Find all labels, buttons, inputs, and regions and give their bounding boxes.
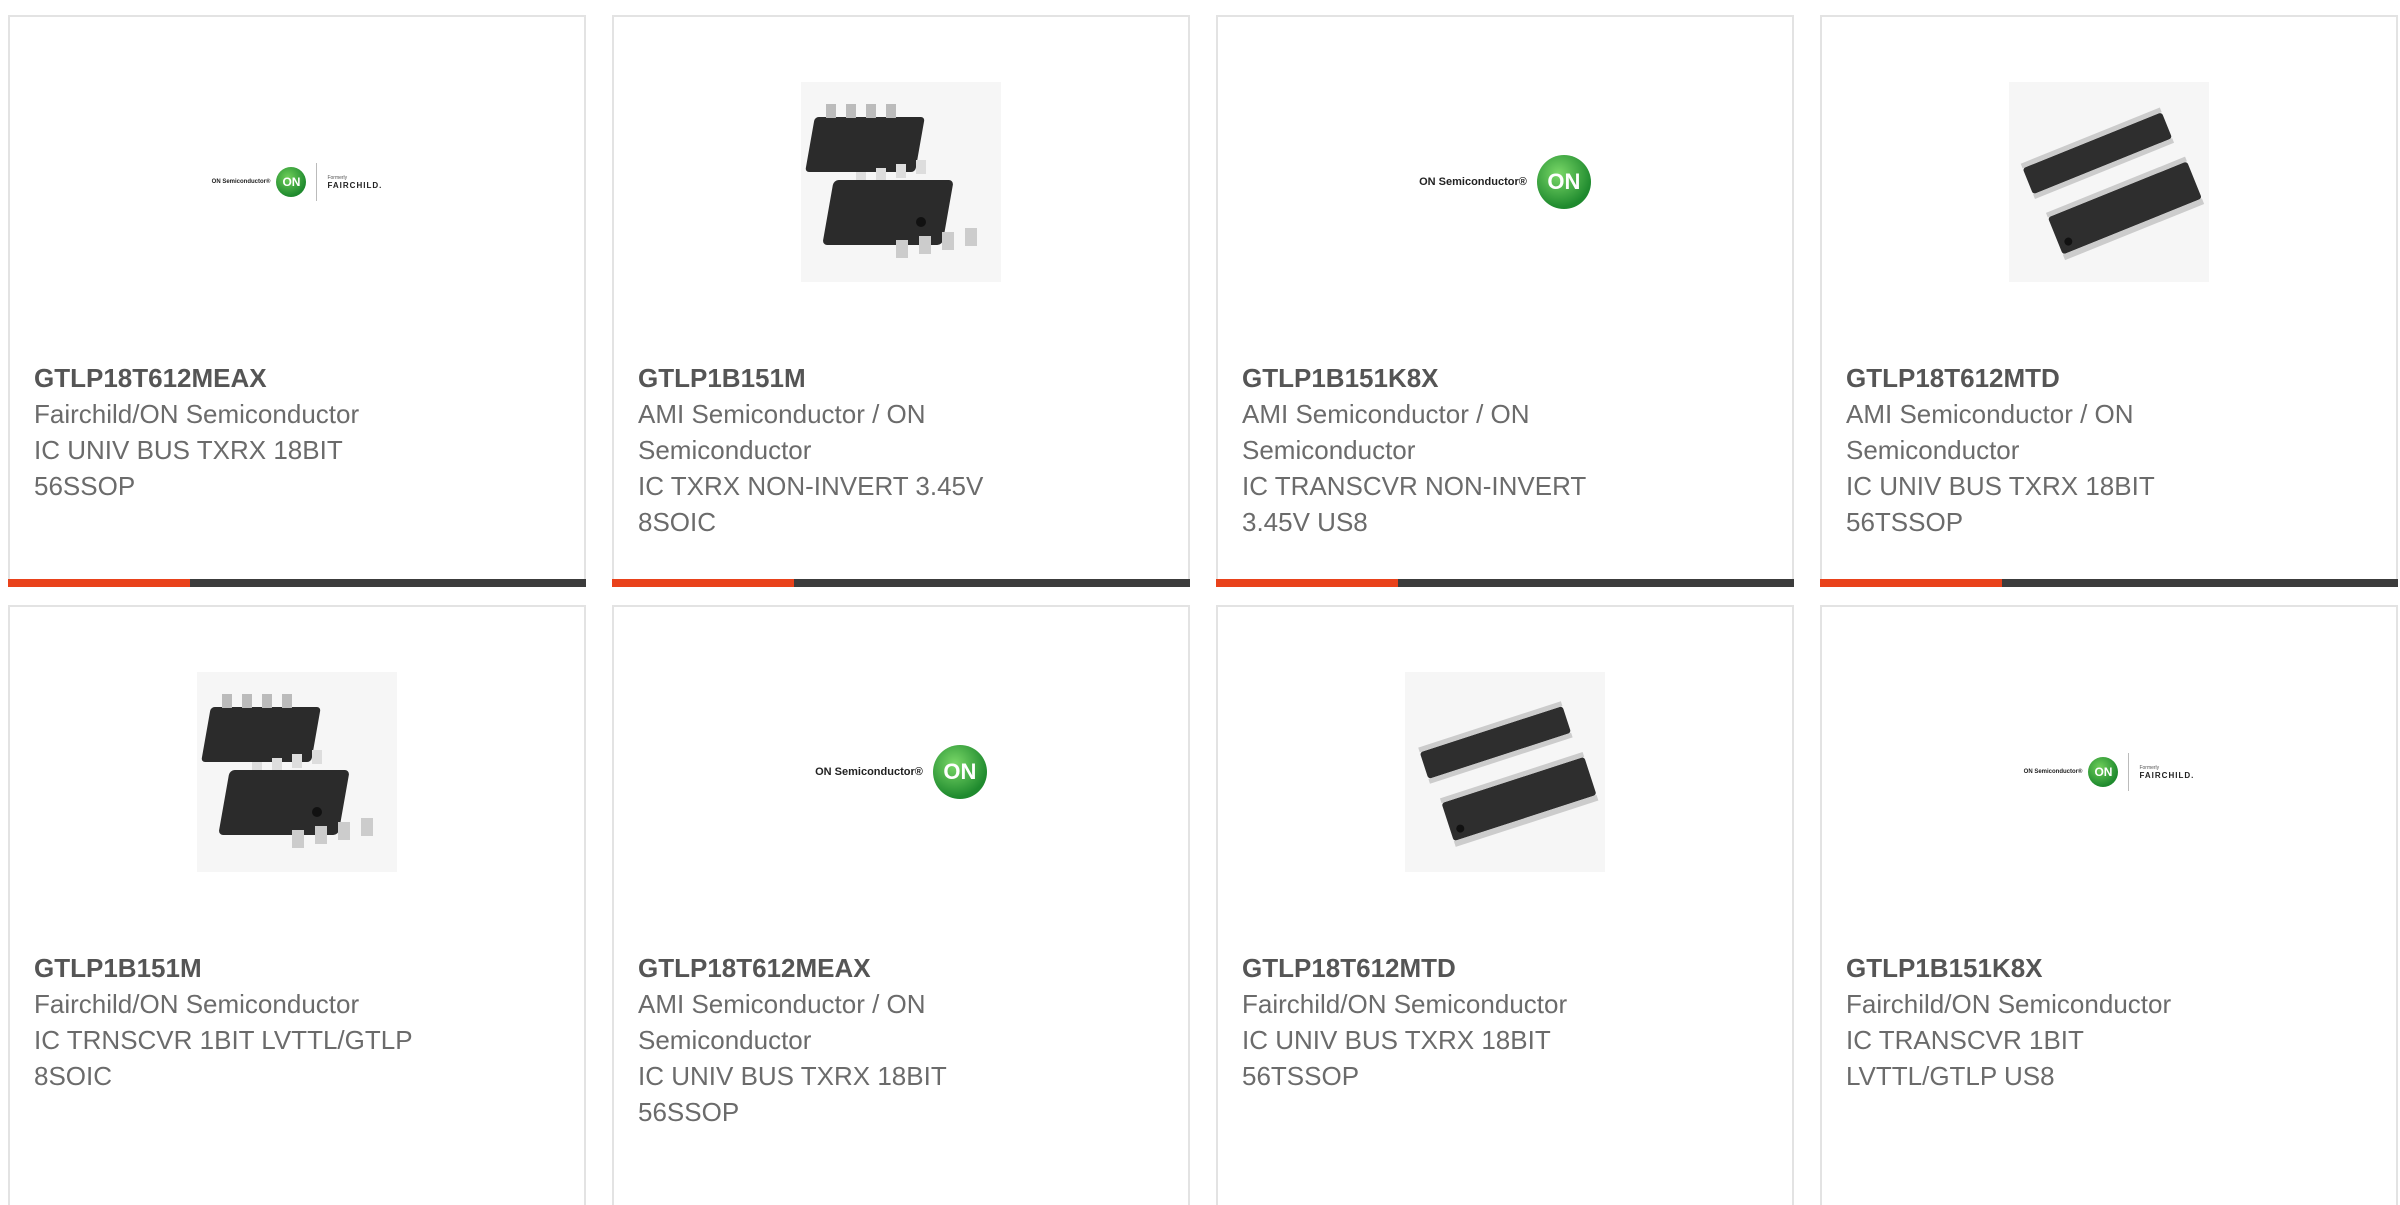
product-card[interactable]: GTLP18T612MTD AMI Semiconductor / ON Sem… [1820, 15, 2398, 587]
package: 56SSOP [638, 1097, 740, 1127]
logo-text: ON Semiconductor® [815, 766, 923, 778]
product-info: GTLP1B151M AMI Semiconductor / ON Semico… [638, 360, 1164, 540]
accent-segment [1216, 579, 1398, 587]
accent-segment [8, 579, 190, 587]
part-number[interactable]: GTLP18T612MEAX [34, 360, 560, 396]
product-card[interactable]: ON Semiconductor® ON GTLP18T612MEAX AMI … [612, 605, 1190, 1205]
product-info: GTLP18T612MTD AMI Semiconductor / ON Sem… [1846, 360, 2372, 540]
on-badge: ON [2088, 757, 2119, 787]
product-card[interactable]: GTLP1B151M AMI Semiconductor / ON Semico… [612, 15, 1190, 587]
accent-segment [612, 579, 794, 587]
product-image[interactable]: ON Semiconductor® ON [614, 607, 1188, 937]
product-image[interactable] [1822, 17, 2396, 347]
part-number[interactable]: GTLP1B151M [638, 360, 1164, 396]
product-card[interactable]: ON Semiconductor® ON Formerly FAIRCHILD.… [1820, 605, 2398, 1205]
description: IC TRANSCVR NON-INVERT [1242, 471, 1587, 501]
description: IC UNIV BUS TXRX 18BIT [638, 1061, 947, 1091]
description: IC TRANSCVR 1BIT [1846, 1025, 2084, 1055]
product-image[interactable] [614, 17, 1188, 347]
package: 56TSSOP [1846, 507, 1964, 537]
package: 3.45V US8 [1242, 507, 1368, 537]
package: LVTTL/GTLP US8 [1846, 1061, 2055, 1091]
manufacturer: AMI Semiconductor / ON Semiconductor [1242, 399, 1530, 465]
package: 8SOIC [638, 507, 717, 537]
package: 56SSOP [34, 471, 136, 501]
product-image[interactable]: ON Semiconductor® ON Formerly FAIRCHILD. [1822, 607, 2396, 937]
on-fairchild-logo: ON Semiconductor® ON Formerly FAIRCHILD. [2024, 753, 2195, 791]
description: IC UNIV BUS TXRX 18BIT [1242, 1025, 1551, 1055]
manufacturer: Fairchild/ON Semiconductor [34, 399, 360, 429]
product-info: GTLP1B151K8X Fairchild/ON Semiconductor … [1846, 950, 2372, 1094]
manufacturer: AMI Semiconductor / ON Semiconductor [638, 399, 926, 465]
fairchild-mark: Formerly FAIRCHILD. [2139, 765, 2194, 780]
description: IC TRNSCVR 1BIT LVTTL/GTLP [34, 1025, 413, 1055]
product-card[interactable]: ON Semiconductor® ON Formerly FAIRCHILD.… [8, 15, 586, 587]
tssop-chip-icon [1405, 672, 1605, 872]
package: 56TSSOP [1242, 1061, 1360, 1091]
part-number[interactable]: GTLP1B151M [34, 950, 560, 986]
description: IC UNIV BUS TXRX 18BIT [1846, 471, 2155, 501]
fairchild-text: FAIRCHILD. [327, 180, 383, 190]
logo-text: ON Semiconductor® [2023, 769, 2083, 775]
fairchild-text: FAIRCHILD. [2139, 770, 2195, 780]
part-number[interactable]: GTLP18T612MTD [1846, 360, 2372, 396]
on-fairchild-logo: ON Semiconductor® ON Formerly FAIRCHILD. [212, 163, 383, 201]
product-card[interactable]: ON Semiconductor® ON GTLP1B151K8X AMI Se… [1216, 15, 1794, 587]
card-accent-bar [612, 579, 1190, 587]
accent-segment [1820, 579, 2002, 587]
on-semiconductor-logo: ON Semiconductor® ON [1419, 155, 1591, 209]
description: IC UNIV BUS TXRX 18BIT [34, 435, 343, 465]
product-image[interactable] [1218, 607, 1792, 937]
logo-divider [2128, 753, 2130, 791]
manufacturer: AMI Semiconductor / ON Semiconductor [638, 989, 926, 1055]
on-badge: ON [932, 745, 987, 799]
card-accent-bar [8, 579, 586, 587]
logo-divider [316, 163, 318, 201]
product-image[interactable] [10, 607, 584, 937]
on-badge: ON [276, 167, 307, 197]
fairchild-mark: Formerly FAIRCHILD. [327, 175, 382, 190]
product-image[interactable]: ON Semiconductor® ON Formerly FAIRCHILD. [10, 17, 584, 347]
tssop-chip-icon [2009, 82, 2209, 282]
product-info: GTLP18T612MEAX Fairchild/ON Semiconducto… [34, 360, 560, 504]
manufacturer: Fairchild/ON Semiconductor [34, 989, 360, 1019]
part-number[interactable]: GTLP1B151K8X [1242, 360, 1768, 396]
package: 8SOIC [34, 1061, 113, 1091]
part-number[interactable]: GTLP18T612MEAX [638, 950, 1164, 986]
on-badge: ON [1536, 155, 1591, 209]
logo-text: ON Semiconductor® [1419, 176, 1527, 188]
product-info: GTLP18T612MTD Fairchild/ON Semiconductor… [1242, 950, 1768, 1094]
product-info: GTLP1B151K8X AMI Semiconductor / ON Semi… [1242, 360, 1768, 540]
card-accent-bar [1820, 579, 2398, 587]
manufacturer: Fairchild/ON Semiconductor [1846, 989, 2172, 1019]
part-number[interactable]: GTLP18T612MTD [1242, 950, 1768, 986]
card-accent-bar [1216, 579, 1794, 587]
product-info: GTLP1B151M Fairchild/ON Semiconductor IC… [34, 950, 560, 1094]
product-info: GTLP18T612MEAX AMI Semiconductor / ON Se… [638, 950, 1164, 1130]
on-semiconductor-logo: ON Semiconductor® ON [815, 745, 987, 799]
logo-text: ON Semiconductor® [211, 179, 271, 185]
manufacturer: Fairchild/ON Semiconductor [1242, 989, 1568, 1019]
soic8-chip-icon [801, 82, 1001, 282]
soic8-chip-icon [197, 672, 397, 872]
manufacturer: AMI Semiconductor / ON Semiconductor [1846, 399, 2134, 465]
description: IC TXRX NON-INVERT 3.45V [638, 471, 984, 501]
product-card[interactable]: GTLP18T612MTD Fairchild/ON Semiconductor… [1216, 605, 1794, 1205]
product-card[interactable]: GTLP1B151M Fairchild/ON Semiconductor IC… [8, 605, 586, 1205]
product-image[interactable]: ON Semiconductor® ON [1218, 17, 1792, 347]
part-number[interactable]: GTLP1B151K8X [1846, 950, 2372, 986]
